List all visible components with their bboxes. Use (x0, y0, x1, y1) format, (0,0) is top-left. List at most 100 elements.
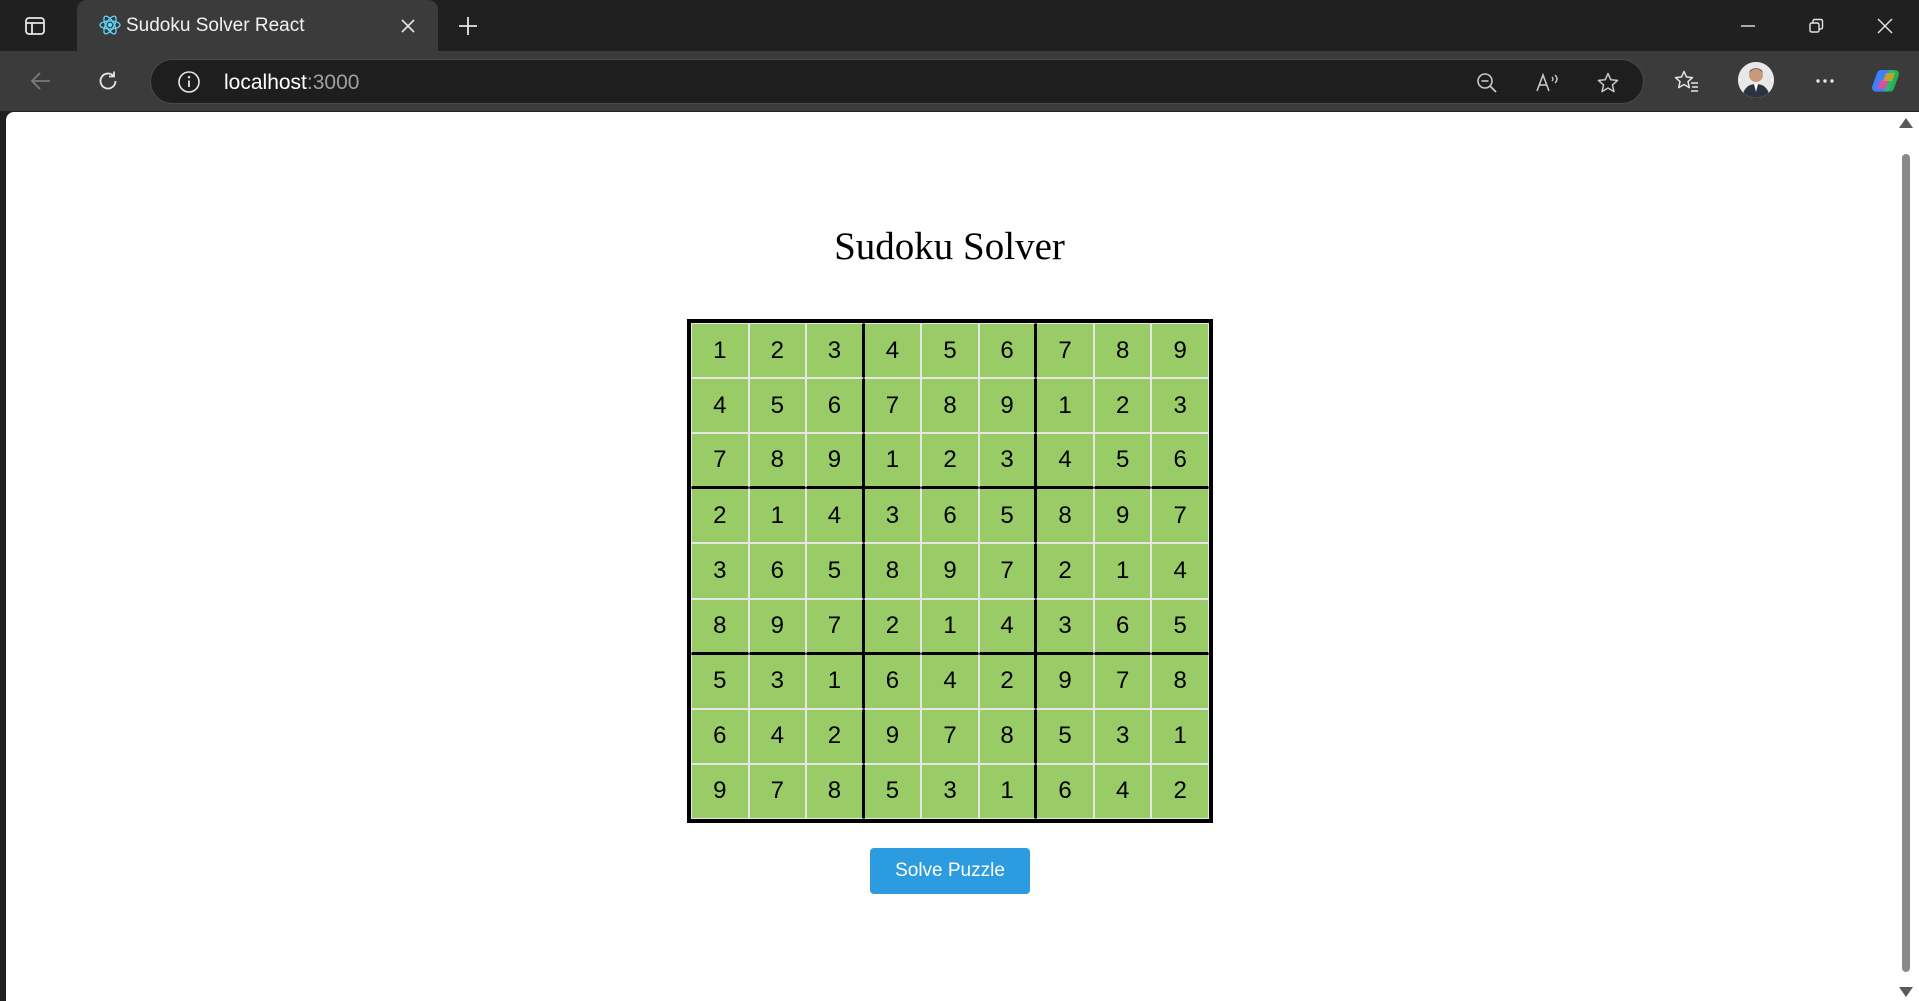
sudoku-cell[interactable]: 5 (863, 763, 922, 819)
sudoku-cell[interactable]: 6 (863, 653, 922, 709)
sudoku-cell[interactable]: 4 (1036, 433, 1094, 489)
sudoku-cell[interactable]: 7 (978, 543, 1037, 599)
sudoku-cell[interactable]: 8 (1036, 488, 1094, 544)
sudoku-cell[interactable]: 4 (921, 653, 979, 709)
sudoku-cell[interactable]: 5 (921, 323, 979, 379)
sudoku-cell[interactable]: 5 (1036, 708, 1094, 764)
sudoku-cell[interactable]: 4 (863, 323, 922, 379)
sudoku-cell[interactable]: 4 (806, 488, 864, 544)
sudoku-cell[interactable]: 5 (1151, 598, 1209, 654)
tab-active[interactable]: Sudoku Solver React (77, 0, 438, 51)
sudoku-cell[interactable]: 4 (1093, 763, 1152, 819)
sudoku-cell[interactable]: 3 (1036, 598, 1094, 654)
sudoku-cell[interactable]: 6 (1036, 763, 1094, 819)
sudoku-cell[interactable]: 3 (978, 433, 1037, 489)
sudoku-cell[interactable]: 8 (748, 433, 807, 489)
sudoku-cell[interactable]: 2 (1093, 378, 1152, 434)
sudoku-cell[interactable]: 6 (748, 543, 807, 599)
url-text[interactable]: localhost:3000 (224, 71, 359, 95)
sudoku-cell[interactable]: 7 (1036, 323, 1094, 379)
sudoku-cell[interactable]: 3 (921, 763, 979, 819)
sudoku-cell[interactable]: 4 (748, 708, 807, 764)
sudoku-cell[interactable]: 3 (1093, 708, 1152, 764)
sudoku-cell[interactable]: 7 (863, 378, 922, 434)
sudoku-cell[interactable]: 2 (921, 433, 979, 489)
sudoku-cell[interactable]: 9 (863, 708, 922, 764)
sudoku-cell[interactable]: 8 (691, 598, 749, 654)
sudoku-cell[interactable]: 4 (1151, 543, 1209, 599)
sudoku-cell[interactable]: 7 (1093, 653, 1152, 709)
restore-button[interactable] (1782, 0, 1850, 51)
copilot-button[interactable] (1867, 61, 1907, 101)
favorite-button[interactable] (1590, 65, 1626, 101)
sudoku-cell[interactable]: 2 (1036, 543, 1094, 599)
sudoku-cell[interactable]: 9 (691, 763, 749, 819)
sudoku-cell[interactable]: 1 (921, 598, 979, 654)
sudoku-cell[interactable]: 2 (863, 598, 922, 654)
sudoku-cell[interactable]: 9 (921, 543, 979, 599)
sudoku-cell[interactable]: 9 (978, 378, 1037, 434)
sudoku-cell[interactable]: 6 (691, 708, 749, 764)
sudoku-cell[interactable]: 1 (1151, 708, 1209, 764)
sudoku-cell[interactable]: 2 (1151, 763, 1209, 819)
sudoku-cell[interactable]: 1 (806, 653, 864, 709)
sudoku-cell[interactable]: 9 (1036, 653, 1094, 709)
refresh-button[interactable] (88, 61, 128, 101)
sudoku-cell[interactable]: 3 (863, 488, 922, 544)
sudoku-cell[interactable]: 3 (748, 653, 807, 709)
sudoku-cell[interactable]: 8 (1151, 653, 1209, 709)
profile-avatar[interactable] (1738, 62, 1774, 98)
sudoku-cell[interactable]: 7 (921, 708, 979, 764)
sudoku-cell[interactable]: 9 (748, 598, 807, 654)
scroll-down-arrow-icon[interactable] (1899, 987, 1913, 997)
sudoku-cell[interactable]: 2 (806, 708, 864, 764)
sudoku-cell[interactable]: 8 (863, 543, 922, 599)
sudoku-cell[interactable]: 6 (978, 323, 1037, 379)
back-button[interactable] (21, 61, 61, 101)
sudoku-cell[interactable]: 8 (1093, 323, 1152, 379)
sudoku-cell[interactable]: 3 (806, 323, 864, 379)
sudoku-cell[interactable]: 7 (1151, 488, 1209, 544)
address-bar[interactable]: localhost:3000 (150, 59, 1644, 104)
sudoku-cell[interactable]: 5 (1093, 433, 1152, 489)
sudoku-cell[interactable]: 4 (691, 378, 749, 434)
sudoku-cell[interactable]: 8 (921, 378, 979, 434)
sudoku-cell[interactable]: 5 (691, 653, 749, 709)
sudoku-cell[interactable]: 1 (1036, 378, 1094, 434)
sudoku-cell[interactable]: 1 (863, 433, 922, 489)
sudoku-cell[interactable]: 7 (691, 433, 749, 489)
read-aloud-button[interactable] (1530, 65, 1566, 101)
favorites-button[interactable] (1667, 61, 1707, 101)
tab-close-button[interactable] (395, 13, 421, 39)
sudoku-cell[interactable]: 5 (748, 378, 807, 434)
sudoku-cell[interactable]: 3 (1151, 378, 1209, 434)
close-window-button[interactable] (1851, 0, 1919, 51)
tab-actions-button[interactable] (15, 9, 55, 43)
minimize-button[interactable] (1714, 0, 1782, 51)
vertical-scrollbar[interactable] (1893, 112, 1919, 1001)
sudoku-cell[interactable]: 2 (691, 488, 749, 544)
sudoku-cell[interactable]: 1 (691, 323, 749, 379)
sudoku-cell[interactable]: 9 (806, 433, 864, 489)
sudoku-cell[interactable]: 8 (806, 763, 864, 819)
scroll-thumb[interactable] (1902, 154, 1910, 972)
sudoku-cell[interactable]: 1 (1093, 543, 1152, 599)
sudoku-cell[interactable]: 9 (1151, 323, 1209, 379)
sudoku-cell[interactable]: 6 (1151, 433, 1209, 489)
sudoku-cell[interactable]: 1 (978, 763, 1037, 819)
zoom-out-button[interactable] (1469, 65, 1505, 101)
sudoku-cell[interactable]: 2 (748, 323, 807, 379)
sudoku-cell[interactable]: 1 (748, 488, 807, 544)
scroll-up-arrow-icon[interactable] (1899, 118, 1913, 128)
sudoku-cell[interactable]: 5 (978, 488, 1037, 544)
site-info-button[interactable] (175, 68, 203, 96)
settings-more-button[interactable] (1805, 61, 1845, 101)
sudoku-cell[interactable]: 6 (921, 488, 979, 544)
sudoku-cell[interactable]: 7 (748, 763, 807, 819)
sudoku-cell[interactable]: 6 (806, 378, 864, 434)
sudoku-cell[interactable]: 4 (978, 598, 1037, 654)
sudoku-cell[interactable]: 7 (806, 598, 864, 654)
solve-puzzle-button[interactable]: Solve Puzzle (870, 848, 1030, 894)
sudoku-cell[interactable]: 3 (691, 543, 749, 599)
sudoku-cell[interactable]: 8 (978, 708, 1037, 764)
